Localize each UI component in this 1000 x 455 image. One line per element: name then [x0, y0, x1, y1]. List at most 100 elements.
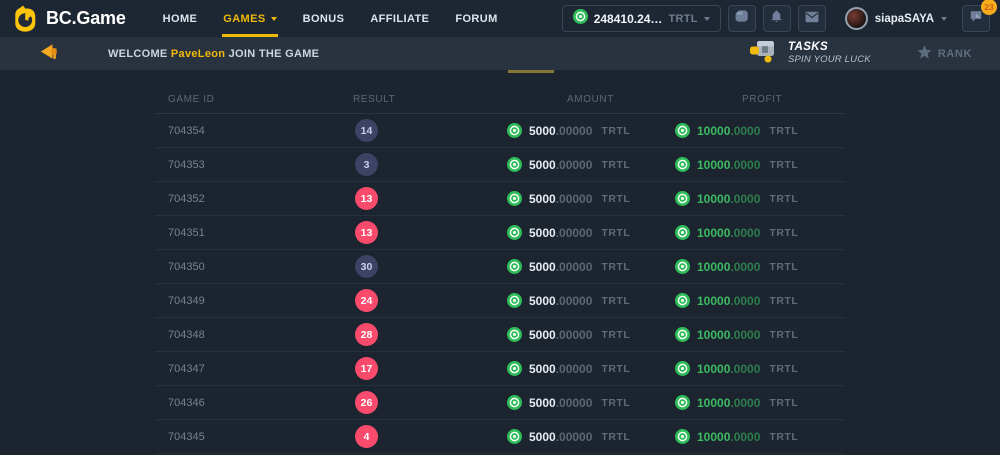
game-id: 704351 [155, 227, 340, 239]
result-badge: 26 [355, 391, 378, 414]
amount-cell: 5000.00000 TRTL [450, 191, 620, 206]
amount-int: 5000 [529, 362, 556, 376]
notifications-button[interactable] [763, 5, 791, 32]
mail-icon [805, 10, 819, 28]
nav-label: BONUS [303, 13, 345, 25]
result-badge: 17 [355, 357, 378, 380]
profit-currency: TRTL [769, 363, 798, 375]
coin-icon [507, 225, 522, 240]
nav-item[interactable]: GAMES [210, 0, 289, 37]
header-profit: PROFIT [620, 94, 845, 105]
table-row[interactable]: 704347 17 5000.00000 TRTL 10000.0000 TRT… [155, 352, 845, 386]
profit-currency: TRTL [769, 431, 798, 443]
amount-int: 5000 [529, 396, 556, 410]
profit-frac: .0000 [730, 396, 760, 410]
banner-right: TASKS SPIN YOUR LUCK RANK [749, 39, 976, 68]
amount-int: 5000 [529, 294, 556, 308]
table-row[interactable]: 704354 14 5000.00000 TRTL 10000.0000 TRT… [155, 114, 845, 148]
table-row[interactable]: 704352 13 5000.00000 TRTL 10000.0000 TRT… [155, 182, 845, 216]
table-row[interactable]: 704345 4 5000.00000 TRTL 10000.0000 TRTL [155, 420, 845, 454]
profit-frac: .0000 [730, 328, 760, 342]
result-cell: 17 [340, 357, 450, 380]
chat-button[interactable]: 23 [962, 5, 990, 32]
bets-table-body: 704354 14 5000.00000 TRTL 10000.0000 TRT… [155, 114, 845, 454]
profit-frac: .0000 [730, 192, 760, 206]
table-row[interactable]: 704348 28 5000.00000 TRTL 10000.0000 TRT… [155, 318, 845, 352]
profit-cell: 10000.0000 TRTL [620, 361, 845, 376]
nav-item[interactable]: HOME [150, 0, 211, 37]
game-id: 704349 [155, 295, 340, 307]
user-menu[interactable]: siapaSAYA [845, 7, 947, 30]
coin-icon [675, 191, 690, 206]
profit-cell: 10000.0000 TRTL [620, 327, 845, 342]
rank-shortcut[interactable]: RANK [917, 45, 972, 62]
table-row[interactable]: 704353 3 5000.00000 TRTL 10000.0000 TRTL [155, 148, 845, 182]
amount-int: 5000 [529, 430, 556, 444]
header-result: RESULT [340, 94, 450, 105]
bets-table: GAME ID RESULT AMOUNT PROFIT 704354 14 5… [155, 86, 845, 454]
profit-cell: 10000.0000 TRTL [620, 123, 845, 138]
amount-frac: .00000 [556, 362, 593, 376]
table-header-row: GAME ID RESULT AMOUNT PROFIT [155, 86, 845, 114]
profit-int: 10000 [697, 158, 730, 172]
amount-frac: .00000 [556, 294, 593, 308]
game-id: 704347 [155, 363, 340, 375]
balance-selector[interactable]: 248410.24… TRTL [562, 5, 721, 32]
profit-int: 10000 [697, 328, 730, 342]
amount-frac: .00000 [556, 124, 593, 138]
table-row[interactable]: 704349 24 5000.00000 TRTL 10000.0000 TRT… [155, 284, 845, 318]
amount-frac: .00000 [556, 260, 593, 274]
result-cell: 28 [340, 323, 450, 346]
messages-button[interactable] [798, 5, 826, 32]
nav-item[interactable]: BONUS [290, 0, 358, 37]
amount-cell: 5000.00000 TRTL [450, 225, 620, 240]
welcome-message: WELCOME PaveLeon JOIN THE GAME [108, 48, 319, 60]
result-badge: 13 [355, 221, 378, 244]
coin-icon [507, 361, 522, 376]
profit-currency: TRTL [769, 125, 798, 137]
avatar [845, 7, 868, 30]
result-cell: 14 [340, 119, 450, 142]
coin-icon [675, 395, 690, 410]
profit-cell: 10000.0000 TRTL [620, 259, 845, 274]
profit-currency: TRTL [769, 227, 798, 239]
page: BC.Game HOME GAMES BONUS AFFILIATE FORUM… [0, 0, 1000, 455]
game-id: 704345 [155, 431, 340, 443]
coin-icon [507, 395, 522, 410]
coin-icon [675, 123, 690, 138]
table-row[interactable]: 704346 26 5000.00000 TRTL 10000.0000 TRT… [155, 386, 845, 420]
coin-icon [573, 9, 588, 29]
game-id: 704348 [155, 329, 340, 341]
result-cell: 30 [340, 255, 450, 278]
tasks-shortcut[interactable]: TASKS SPIN YOUR LUCK [749, 39, 871, 68]
profit-cell: 10000.0000 TRTL [620, 429, 845, 444]
profit-int: 10000 [697, 226, 730, 240]
coin-icon [675, 225, 690, 240]
amount-cell: 5000.00000 TRTL [450, 259, 620, 274]
result-badge: 14 [355, 119, 378, 142]
game-id: 704350 [155, 261, 340, 273]
profit-currency: TRTL [769, 397, 798, 409]
rank-label: RANK [938, 48, 972, 60]
tasks-labels: TASKS SPIN YOUR LUCK [788, 41, 871, 65]
table-row[interactable]: 704350 30 5000.00000 TRTL 10000.0000 TRT… [155, 250, 845, 284]
result-badge: 13 [355, 187, 378, 210]
nav-label: GAMES [223, 13, 265, 25]
amount-frac: .00000 [556, 396, 593, 410]
nav-item[interactable]: FORUM [442, 0, 510, 37]
table-row[interactable]: 704351 13 5000.00000 TRTL 10000.0000 TRT… [155, 216, 845, 250]
nav-item[interactable]: AFFILIATE [357, 0, 442, 37]
amount-frac: .00000 [556, 158, 593, 172]
wallet-button[interactable] [728, 5, 756, 32]
welcome-banner: WELCOME PaveLeon JOIN THE GAME TASKS SPI… [0, 37, 1000, 70]
profit-frac: .0000 [730, 362, 760, 376]
header-amount: AMOUNT [450, 94, 620, 105]
bell-icon [770, 9, 783, 28]
brand-logo[interactable]: BC.Game [12, 5, 126, 32]
amount-cell: 5000.00000 TRTL [450, 293, 620, 308]
coin-icon [675, 157, 690, 172]
result-badge: 28 [355, 323, 378, 346]
profit-cell: 10000.0000 TRTL [620, 191, 845, 206]
bcgame-logo-icon [12, 5, 38, 32]
chat-unread-badge: 23 [981, 0, 997, 15]
